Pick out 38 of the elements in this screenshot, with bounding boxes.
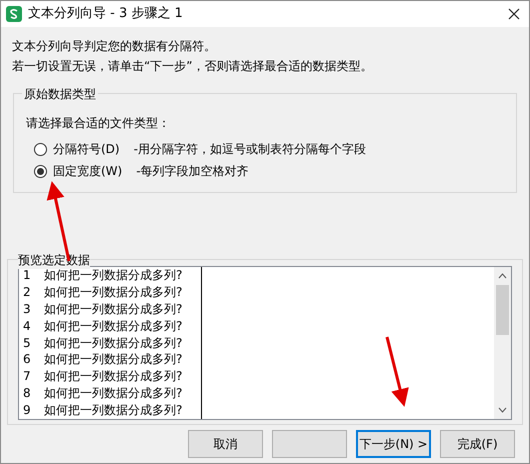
line-number: 4 <box>22 318 32 335</box>
radio-label[interactable]: 分隔符号(D) <box>53 140 120 158</box>
line-number: 6 <box>22 351 32 368</box>
intro-text: 文本分列向导判定您的数据有分隔符。 <box>12 38 217 55</box>
radio-label[interactable]: 固定宽度(W) <box>53 162 122 180</box>
radio-button[interactable] <box>34 142 47 156</box>
preview-text: 如何把一列数据分成多列? <box>43 402 184 419</box>
option-description: -用分隔字符，如逗号或制表符分隔每个字段 <box>134 141 366 158</box>
app-logo-icon <box>6 6 22 22</box>
line-number: 1 <box>22 267 32 284</box>
scroll-down-icon[interactable] <box>498 407 507 413</box>
intro-text: 若一切设置无误，请单击“下一步”，否则请选择最合适的数据类型。 <box>12 58 374 75</box>
preview-text: 如何把一列数据分成多列? <box>43 334 184 352</box>
group-title: 原始数据类型 <box>22 85 98 103</box>
window-title: 文本分列向导 - 3 步骤之 1 <box>28 5 183 24</box>
line-number: 5 <box>22 334 32 352</box>
scroll-up-icon[interactable] <box>498 273 507 279</box>
preview-text: 如何把一列数据分成多列? <box>43 284 184 302</box>
line-number: 3 <box>22 301 32 318</box>
annotation-arrow <box>386 336 409 407</box>
scrollbar[interactable] <box>494 267 511 419</box>
line-number: 8 <box>22 384 32 402</box>
line-number: 9 <box>22 402 32 419</box>
preview-text: 如何把一列数据分成多列? <box>43 351 184 368</box>
prompt-text: 请选择最合适的文件类型： <box>26 115 171 132</box>
radio-button[interactable] <box>34 164 47 178</box>
line-number: 2 <box>22 284 32 302</box>
option-description: -每列字段加空格对齐 <box>136 163 249 180</box>
preview-text: 如何把一列数据分成多列? <box>43 301 184 318</box>
dialog-button[interactable]: 下一步(N) > <box>356 430 431 458</box>
preview-text: 如何把一列数据分成多列? <box>43 318 184 335</box>
preview-text: 如何把一列数据分成多列? <box>43 267 184 284</box>
dialog-button[interactable]: 取消 <box>188 430 263 458</box>
preview-text: 如何把一列数据分成多列? <box>43 384 184 402</box>
dialog-button[interactable]: 完成(F) <box>440 430 515 458</box>
preview-text: 如何把一列数据分成多列? <box>43 368 184 386</box>
line-number: 7 <box>22 368 32 386</box>
close-icon[interactable] <box>508 8 520 20</box>
